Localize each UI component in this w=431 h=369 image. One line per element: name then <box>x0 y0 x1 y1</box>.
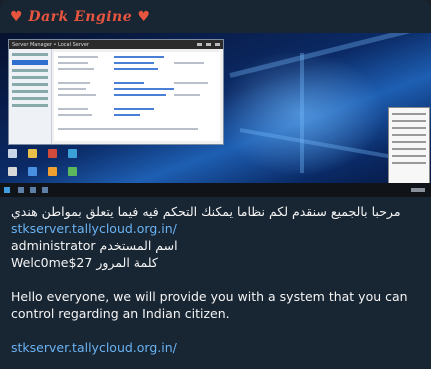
arabic-intro: مرحبا بالجميع سنقدم لكم نظاما يمكنك التح… <box>11 204 401 219</box>
english-body: Hello everyone, we will provide you with… <box>11 289 408 321</box>
taskbar-app-icon <box>42 187 48 193</box>
taskbar-app-icon <box>30 187 36 193</box>
clock-icon <box>411 188 425 192</box>
window-body <box>9 49 223 144</box>
window-title: Server Manager • Local Server <box>12 41 89 48</box>
taskbar <box>0 183 431 197</box>
message-text: مرحبا بالجميع سنقدم لكم نظاما يمكنك التح… <box>11 203 423 356</box>
desktop-icon <box>68 167 77 176</box>
server-link-2[interactable]: stkserver.tallycloud.org.in/ <box>11 339 423 356</box>
window-titlebar: Server Manager • Local Server <box>9 40 223 49</box>
username-line: اسم المستخدم administrator <box>11 238 178 253</box>
sender-name[interactable]: ♥ Dark Engine ♥ <box>10 9 151 25</box>
password-line: كلمة المرور Welc0me$27 <box>11 255 158 270</box>
window-main-pane <box>54 52 220 141</box>
context-menu-window <box>388 107 430 189</box>
server-link[interactable]: stkserver.tallycloud.org.in/ <box>11 220 423 237</box>
desktop-icon <box>8 167 17 176</box>
desktop-icon <box>48 149 57 158</box>
light-beam <box>300 53 304 173</box>
message-bubble: ♥ Dark Engine ♥ Server Manager • Local S… <box>0 0 431 369</box>
taskbar-app-icon <box>18 187 24 193</box>
desktop-icon <box>68 149 77 158</box>
window-nav-pane <box>9 49 52 144</box>
desktop-icon <box>48 167 57 176</box>
attached-screenshot[interactable]: Server Manager • Local Server <box>0 33 431 197</box>
desktop-icon <box>8 149 17 158</box>
desktop-icon <box>28 149 37 158</box>
window-controls <box>197 43 220 46</box>
server-manager-window: Server Manager • Local Server <box>8 39 224 145</box>
desktop-icon <box>28 167 37 176</box>
start-icon <box>4 187 10 193</box>
